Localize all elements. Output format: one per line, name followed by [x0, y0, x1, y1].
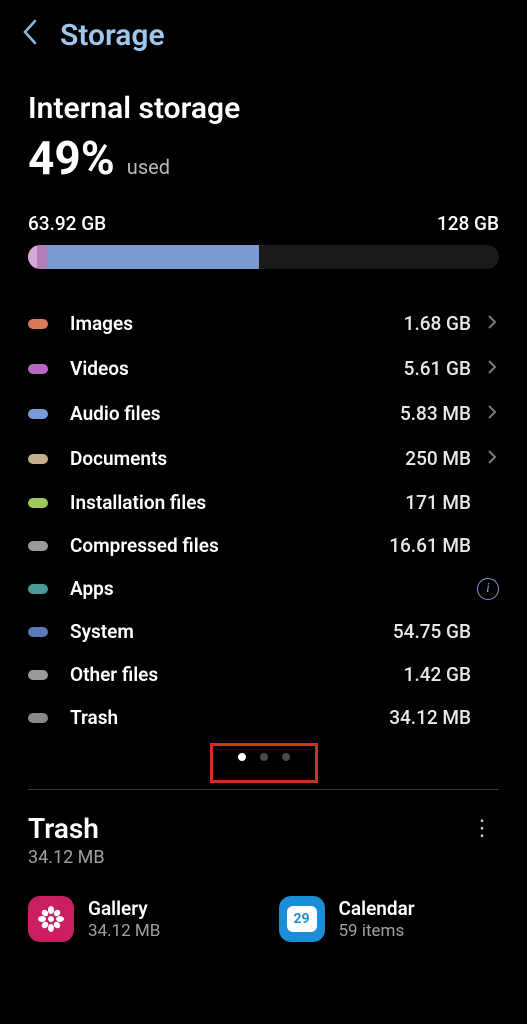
- trash-item-text: Calendar59 items: [339, 897, 415, 941]
- trash-item-text: Gallery34.12 MB: [88, 897, 160, 941]
- trash-item[interactable]: 29 Calendar59 items: [279, 896, 500, 942]
- category-label: Videos: [70, 357, 404, 380]
- back-icon[interactable]: [22, 19, 38, 52]
- category-label: Compressed files: [70, 534, 389, 557]
- pagination: [28, 739, 499, 773]
- percent-row: 49% used: [28, 132, 499, 186]
- category-label: Apps: [70, 577, 463, 600]
- category-pill-icon: [28, 498, 48, 508]
- category-label: Audio files: [70, 402, 400, 425]
- category-row: Trash34.12 MB: [28, 696, 499, 739]
- category-pill-icon: [28, 627, 48, 637]
- trash-title: Trash: [28, 812, 105, 845]
- trash-item[interactable]: Gallery34.12 MB: [28, 896, 249, 942]
- calendar-icon: 29: [279, 896, 325, 942]
- categories-list: Images1.68 GBVideos5.61 GBAudio files5.8…: [28, 301, 499, 739]
- trash-items: Gallery34.12 MB 29 Calendar59 items: [28, 896, 499, 942]
- storage-bar: [28, 245, 499, 269]
- more-icon[interactable]: ⋮: [465, 812, 499, 845]
- trash-item-sub: 34.12 MB: [88, 921, 160, 941]
- trash-item-name: Gallery: [88, 897, 160, 920]
- category-label: Trash: [70, 706, 389, 729]
- divider: [28, 789, 499, 790]
- category-size: 171 MB: [405, 491, 471, 514]
- category-size: 1.68 GB: [404, 312, 471, 335]
- category-row: Installation files171 MB: [28, 481, 499, 524]
- calendar-day: 29: [287, 906, 317, 932]
- chevron-right-icon: [485, 356, 499, 381]
- category-size: 16.61 MB: [389, 534, 471, 557]
- main-content: Internal storage 49% used 63.92 GB 128 G…: [0, 73, 527, 790]
- category-pill-icon: [28, 713, 48, 723]
- category-row[interactable]: Images1.68 GB: [28, 301, 499, 346]
- category-row[interactable]: Documents250 MB: [28, 436, 499, 481]
- used-amount: 63.92 GB: [28, 212, 106, 235]
- category-row: Other files1.42 GB: [28, 653, 499, 696]
- category-pill-icon: [28, 670, 48, 680]
- used-label: used: [127, 155, 170, 179]
- category-row: Compressed files16.61 MB: [28, 524, 499, 567]
- category-pill-icon: [28, 541, 48, 551]
- highlight-box: [210, 743, 318, 783]
- category-label: System: [70, 620, 393, 643]
- category-row[interactable]: Audio files5.83 MB: [28, 391, 499, 436]
- category-label: Documents: [70, 447, 405, 470]
- info-icon[interactable]: i: [477, 578, 499, 600]
- category-size: 54.75 GB: [393, 620, 471, 643]
- chevron-right-icon: [485, 446, 499, 471]
- category-size: 5.83 MB: [400, 402, 471, 425]
- page-title: Storage: [60, 18, 165, 53]
- category-row[interactable]: Videos5.61 GB: [28, 346, 499, 391]
- category-label: Installation files: [70, 491, 405, 514]
- category-pill-icon: [28, 319, 48, 329]
- bar-segment: [28, 245, 37, 269]
- category-row: Appsi: [28, 567, 499, 610]
- category-size: 1.42 GB: [404, 663, 471, 686]
- category-label: Images: [70, 312, 404, 335]
- bar-segment: [37, 245, 46, 269]
- chevron-right-icon: [485, 401, 499, 426]
- category-pill-icon: [28, 584, 48, 594]
- bar-segment: [47, 245, 259, 269]
- category-size: 34.12 MB: [389, 706, 471, 729]
- trash-item-name: Calendar: [339, 897, 415, 920]
- category-size: 5.61 GB: [404, 357, 471, 380]
- category-pill-icon: [28, 409, 48, 419]
- trash-section: Trash 34.12 MB ⋮ Gallery34.12 MB29Calend…: [0, 812, 527, 942]
- trash-item-sub: 59 items: [339, 921, 415, 941]
- total-amount: 128 GB: [437, 212, 499, 235]
- category-label: Other files: [70, 663, 404, 686]
- category-row: System54.75 GB: [28, 610, 499, 653]
- gallery-icon: [28, 896, 74, 942]
- category-pill-icon: [28, 364, 48, 374]
- app-header: Storage: [0, 0, 527, 73]
- trash-header: Trash 34.12 MB ⋮: [28, 812, 499, 868]
- capacity-labels: 63.92 GB 128 GB: [28, 212, 499, 235]
- trash-size: 34.12 MB: [28, 847, 105, 868]
- category-pill-icon: [28, 454, 48, 464]
- section-title: Internal storage: [28, 91, 499, 126]
- category-size: 250 MB: [405, 447, 471, 470]
- percent-value: 49%: [28, 132, 115, 186]
- chevron-right-icon: [485, 311, 499, 336]
